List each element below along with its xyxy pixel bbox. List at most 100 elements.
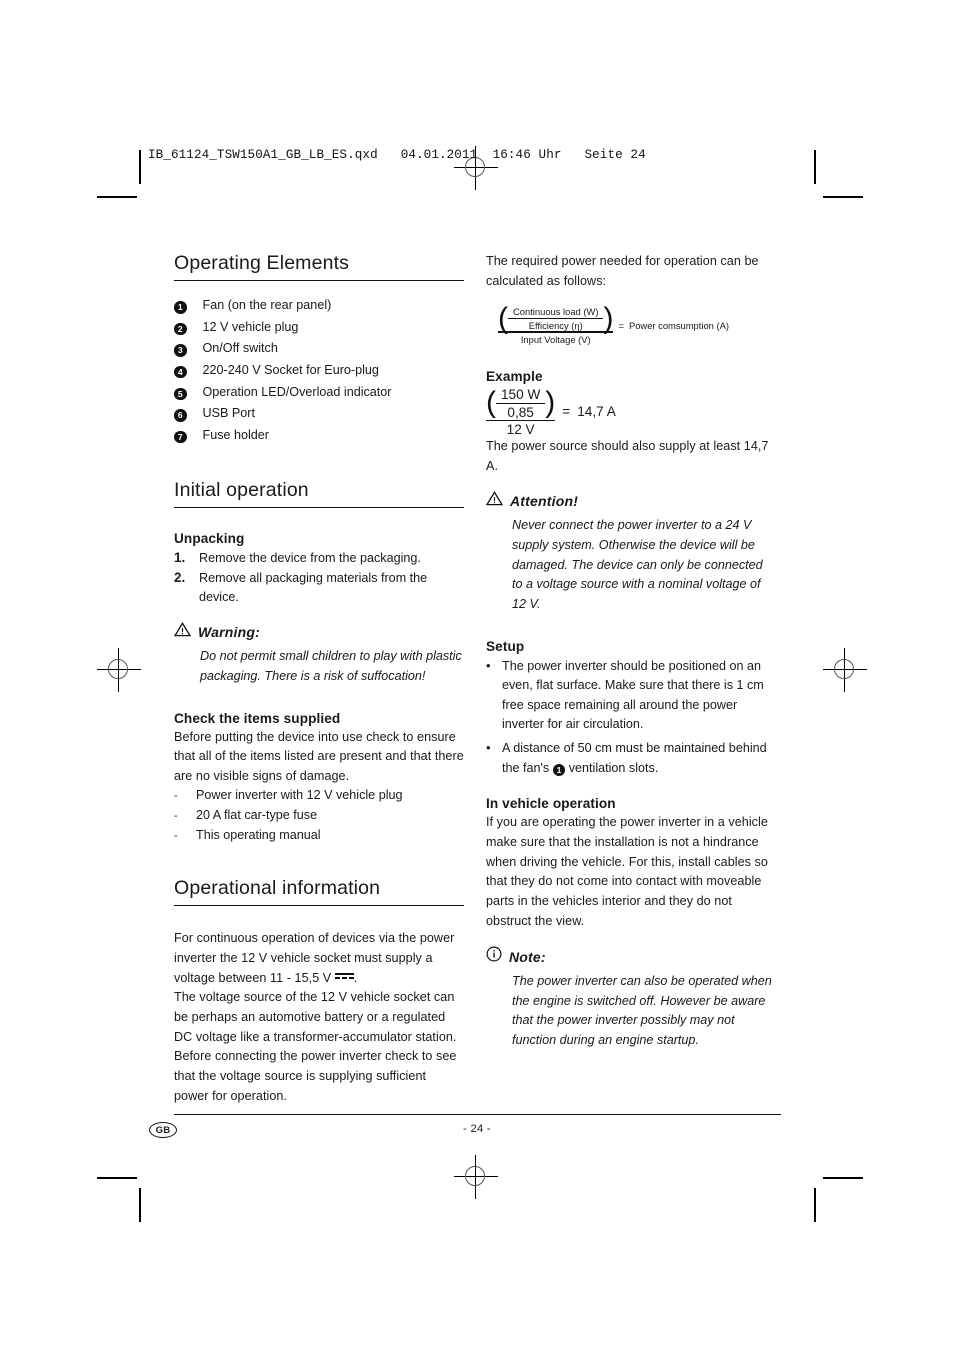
check-items-heading: Check the items supplied (174, 710, 341, 726)
formula-continuous-load: Continuous load (W) (513, 306, 599, 318)
step-number: 2. (174, 569, 186, 585)
list-item: • The power inverter should be positione… (486, 656, 776, 736)
step-text: Remove all packaging materials from the … (199, 570, 428, 605)
dash-marker: - (174, 829, 178, 842)
supplied-items-list: - Power inverter with 12 V vehicle plug … (174, 786, 464, 845)
example-outer-fraction: ( 150 W 0,85 ) 12 V (486, 387, 556, 438)
list-item: - This operating manual (174, 826, 464, 846)
crop-mark-top-left-horizontal (97, 196, 137, 198)
registration-mark-bottom-center (454, 1155, 498, 1199)
list-item: 6 USB Port (174, 403, 464, 425)
formula-input-voltage: Input Voltage (V) (520, 333, 591, 345)
element-label: USB Port (202, 406, 256, 421)
list-item: 7 Fuse holder (174, 425, 464, 447)
warning-triangle-icon (485, 491, 504, 511)
left-parenthesis: ( (498, 301, 508, 335)
crop-mark-top-left-vertical (139, 150, 141, 184)
example-note: The power source should also supply at l… (486, 439, 769, 473)
registration-mark-left-middle (97, 648, 141, 692)
operational-information-heading: Operational information (174, 877, 381, 900)
crop-mark-bottom-right-horizontal (823, 1177, 863, 1179)
operating-elements-heading: Operating Elements (174, 252, 350, 274)
list-item: 1 Fan (on the rear panel) (174, 295, 464, 317)
element-number-badge: 6 (174, 409, 187, 422)
dash-marker: - (174, 790, 178, 803)
element-label: Fuse holder (202, 427, 270, 442)
element-label: On/Off switch (202, 341, 278, 356)
in-vehicle-operation-body: If you are operating the power inverter … (486, 815, 768, 928)
element-number-badge: 4 (174, 365, 187, 379)
dash-marker: - (174, 810, 178, 823)
bullet-marker: • (486, 657, 491, 673)
note-callout-body: The power inverter can also be operated … (512, 974, 772, 1048)
list-item: 1. Remove the device from the packaging. (174, 548, 464, 568)
setup-bullet-2: A distance of 50 cm must be maintained b… (502, 739, 776, 778)
warning-triangle-icon (173, 622, 192, 642)
initial-operation-heading: Initial operation (174, 478, 309, 501)
document-page: IB_61124_TSW150A1_GB_LB_ES.qxd 04.01.201… (0, 0, 954, 1350)
example-formula: ( 150 W 0,85 ) 12 V = 14,7 A (486, 387, 776, 437)
operational-information-paragraph-1: For continuous operation of devices via … (174, 929, 464, 988)
note-callout: Note: The power inverter can also be ope… (486, 946, 776, 1051)
operating-elements-section-header: Operating Elements (174, 252, 464, 281)
initial-operation-section-header: Initial operation (174, 479, 464, 508)
list-item: 4 220-240 V Socket for Euro-plug (174, 360, 464, 382)
element-number-badge: 2 (174, 322, 187, 336)
in-vehicle-operation-heading: In vehicle operation (486, 796, 616, 812)
example-inner-fraction: 150 W 0,85 (496, 386, 546, 420)
element-number-badge: 1 (552, 763, 566, 777)
step-text: Remove the device from the packaging. (199, 550, 421, 565)
warning-callout-header: Warning: (173, 622, 464, 642)
list-item: 5 Operation LED/Overload indicator (174, 382, 464, 404)
formula-equals-sign: = (618, 319, 624, 331)
right-parenthesis: ) (603, 301, 614, 335)
check-items-intro: Before putting the device into use check… (174, 729, 464, 783)
left-column: Operating Elements 1 Fan (on the rear pa… (173, 252, 464, 1106)
setup-bullet-list: • The power inverter should be positione… (486, 656, 776, 779)
operational-information-paragraph-2: The voltage source of the 12 V vehicle s… (174, 990, 457, 1103)
supplied-item-label: 20 A flat car-type fuse (196, 808, 318, 823)
element-label: Fan (on the rear panel) (202, 298, 332, 312)
example-watts: 150 W (501, 386, 541, 402)
footer-divider (174, 1114, 781, 1116)
list-item: 3 On/Off switch (174, 338, 464, 360)
element-number-badge: 1 (174, 301, 187, 314)
operational-info-text-after-dc: . (353, 970, 358, 985)
unpacking-steps: 1. Remove the device from the packaging.… (174, 548, 464, 608)
warning-callout-title: Warning: (198, 624, 261, 641)
list-item: 2 12 V vehicle plug (174, 317, 464, 339)
attention-callout-title: Attention! (510, 493, 579, 510)
attention-callout-body: Never connect the power inverter to a 24… (512, 518, 763, 611)
example-equals-sign: = (562, 404, 571, 420)
element-label: 12 V vehicle plug (202, 319, 299, 334)
example-volts: 12 V (506, 422, 535, 438)
supplied-item-label: This operating manual (196, 827, 321, 842)
element-number-badge: 3 (174, 344, 187, 357)
right-column: The required power needed for operation … (485, 252, 776, 1051)
list-item: • A distance of 50 cm must be maintained… (486, 738, 776, 778)
crop-mark-bottom-right-vertical (814, 1188, 816, 1222)
note-callout-header: Note: (486, 946, 776, 967)
crop-mark-bottom-left-vertical (139, 1188, 141, 1222)
unpacking-heading: Unpacking (174, 530, 245, 546)
formula-result-label: Power comsumption (A) (628, 319, 729, 331)
setup-heading: Setup (486, 638, 525, 654)
element-number-badge: 5 (174, 387, 187, 401)
operational-information-section-header: Operational information (174, 877, 464, 907)
crop-mark-top-right-horizontal (823, 196, 863, 198)
power-consumption-formula: ( Continuous load (W) Efficiency (η) ) I… (498, 301, 776, 345)
left-parenthesis: ( (486, 386, 496, 420)
element-number-badge: 7 (174, 430, 187, 444)
outer-numerator: ( Continuous load (W) Efficiency (η) ) (498, 301, 614, 335)
setup-bullet-2-after: ventilation slots. (565, 760, 659, 775)
example-outer-numerator: ( 150 W 0,85 ) (486, 387, 555, 420)
list-item: - Power inverter with 12 V vehicle plug (174, 786, 464, 806)
registration-mark-right-middle (823, 648, 867, 692)
dc-voltage-symbol (334, 972, 354, 981)
crop-mark-top-right-vertical (814, 150, 816, 184)
operational-info-text-before-dc: For continuous operation of devices via … (174, 931, 455, 985)
right-parenthesis: ) (545, 386, 556, 420)
formula-efficiency: Efficiency (η) (528, 320, 583, 332)
file-header-text: IB_61124_TSW150A1_GB_LB_ES.qxd 04.01.201… (148, 148, 646, 162)
crop-mark-bottom-left-horizontal (97, 1177, 137, 1179)
